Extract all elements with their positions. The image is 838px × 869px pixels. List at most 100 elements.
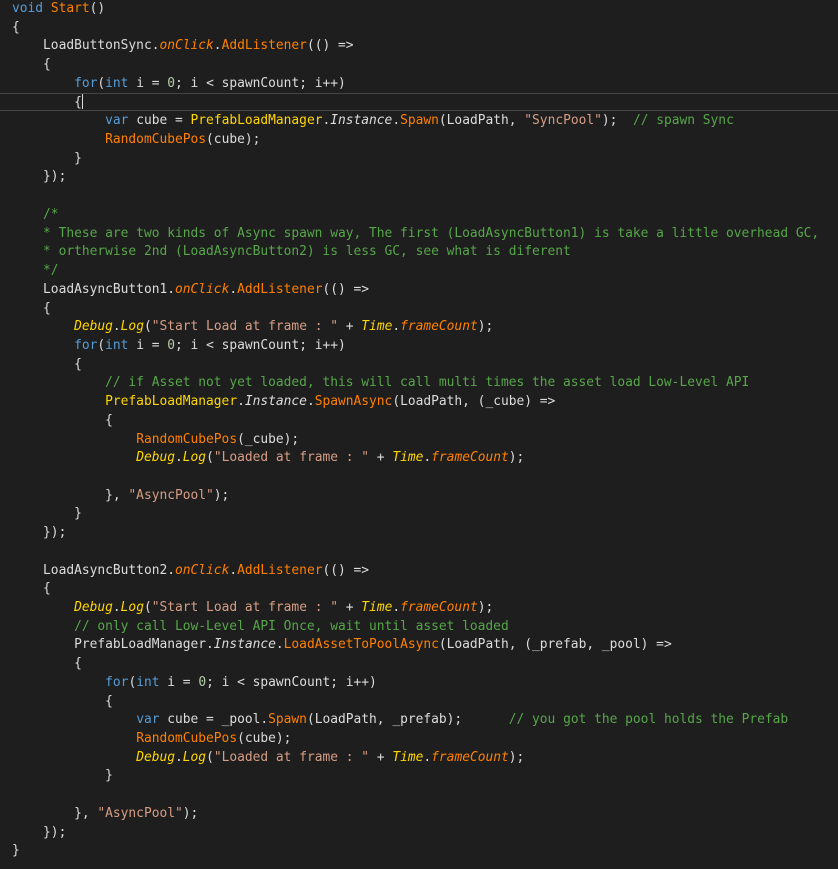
- code-text: },: [12, 805, 98, 821]
- property-token: frameCount: [400, 319, 478, 335]
- code-line[interactable]: */: [12, 262, 819, 281]
- code-line[interactable]: {: [12, 93, 819, 113]
- class-token: Log: [182, 450, 207, 466]
- code-line[interactable]: for(int i = 0; i < spawnCount; i++): [12, 337, 819, 356]
- code-line[interactable]: }: [12, 842, 819, 861]
- code-text: ; i < spawnCount; i++): [175, 337, 346, 353]
- code-line[interactable]: for(int i = 0; i < spawnCount; i++): [12, 674, 819, 693]
- code-text-area[interactable]: void Start(){ LoadButtonSync.onClick.Add…: [12, 0, 819, 861]
- code-line[interactable]: {: [12, 655, 819, 674]
- code-line[interactable]: LoadButtonSync.onClick.AddListener(() =>: [12, 37, 819, 56]
- code-line[interactable]: Debug.Log("Start Load at frame : " + Tim…: [12, 599, 819, 618]
- keyword-token: for: [74, 75, 98, 91]
- code-text: +: [369, 749, 393, 765]
- code-line[interactable]: LoadAsyncButton2.onClick.AddListener(() …: [12, 562, 819, 581]
- code-line[interactable]: [12, 543, 819, 562]
- code-text: .: [392, 600, 401, 615]
- code-line[interactable]: {: [12, 693, 819, 712]
- code-line[interactable]: RandomCubePos(cube);: [12, 131, 819, 150]
- code-text: {: [12, 94, 82, 110]
- code-text: {: [12, 693, 113, 709]
- keyword-token: int: [105, 75, 129, 91]
- comment-token: */: [43, 263, 59, 279]
- code-text: });: [12, 525, 67, 541]
- code-line[interactable]: PrefabLoadManager.Instance.SpawnAsync(Lo…: [12, 393, 819, 412]
- code-line[interactable]: RandomCubePos(_cube);: [12, 431, 819, 450]
- method-token: RandomCubePos: [105, 132, 207, 148]
- code-text: }: [12, 843, 20, 859]
- code-line[interactable]: Debug.Log("Start Load at frame : " + Tim…: [12, 318, 819, 337]
- code-line[interactable]: * ortherwise 2nd (LoadAsyncButton2) is l…: [12, 243, 819, 262]
- code-text: (: [143, 319, 152, 335]
- method-token: SpawnAsync: [314, 394, 393, 410]
- class-token: Debug: [136, 450, 175, 466]
- code-line[interactable]: // if Asset not yet loaded, this will ca…: [12, 374, 819, 393]
- code-text: .: [275, 637, 284, 653]
- code-text: {: [12, 581, 51, 597]
- code-line[interactable]: RandomCubePos(cube);: [12, 730, 819, 749]
- code-line[interactable]: PrefabLoadManager.Instance.LoadAssetToPo…: [12, 636, 819, 655]
- class-token: Debug: [136, 749, 175, 765]
- code-text: (() =>: [322, 562, 370, 578]
- code-line[interactable]: {: [12, 19, 819, 38]
- number-literal: 0: [167, 337, 176, 353]
- string-literal: "Loaded at frame : ": [213, 749, 370, 765]
- code-text: );: [508, 749, 525, 765]
- code-line[interactable]: // only call Low-Level API Once, wait un…: [12, 618, 819, 637]
- code-text: ; i < spawnCount; i++): [175, 75, 346, 91]
- code-line[interactable]: Debug.Log("Loaded at frame : " + Time.fr…: [12, 449, 819, 468]
- comment-token: // if Asset not yet loaded, this will ca…: [105, 375, 750, 391]
- code-text: );: [477, 319, 494, 335]
- code-line[interactable]: }, "AsyncPool");: [12, 487, 819, 506]
- identifier-token: LoadAsyncButton1: [43, 281, 168, 297]
- class-token: Log: [182, 749, 207, 765]
- string-literal: "Loaded at frame : ": [213, 450, 370, 466]
- code-line[interactable]: [12, 786, 819, 805]
- code-line[interactable]: var cube = _pool.Spawn(LoadPath, _prefab…: [12, 711, 819, 730]
- code-line[interactable]: }: [12, 150, 819, 169]
- class-token: PrefabLoadManager: [105, 394, 238, 410]
- code-line[interactable]: LoadAsyncButton1.onClick.AddListener(() …: [12, 281, 819, 300]
- code-line[interactable]: [12, 468, 819, 487]
- code-line[interactable]: });: [12, 168, 819, 187]
- method-token: AddListener: [221, 38, 307, 54]
- code-text: {: [12, 19, 20, 35]
- code-line[interactable]: void Start(): [12, 0, 819, 19]
- code-line[interactable]: }: [12, 767, 819, 786]
- code-text: .: [229, 281, 238, 297]
- code-line[interactable]: {: [12, 56, 819, 75]
- property-token: frameCount: [431, 450, 509, 466]
- code-text: (cube);: [237, 731, 292, 747]
- string-literal: "SyncPool": [524, 113, 602, 129]
- number-literal: 0: [198, 674, 207, 690]
- code-text: .: [213, 38, 222, 54]
- code-line[interactable]: });: [12, 524, 819, 543]
- code-line[interactable]: for(int i = 0; i < spawnCount; i++): [12, 75, 819, 94]
- string-literal: "Start Load at frame : ": [151, 600, 338, 615]
- code-line[interactable]: {: [12, 356, 819, 375]
- code-line[interactable]: {: [12, 300, 819, 319]
- code-text: });: [12, 824, 67, 840]
- code-line[interactable]: }, "AsyncPool");: [12, 805, 819, 824]
- code-line[interactable]: * These are two kinds of Async spawn way…: [12, 225, 819, 244]
- code-line[interactable]: var cube = PrefabLoadManager.Instance.Sp…: [12, 112, 819, 131]
- code-line[interactable]: }: [12, 505, 819, 524]
- code-line[interactable]: [12, 187, 819, 206]
- class-token: Time: [361, 319, 393, 335]
- code-line[interactable]: /*: [12, 206, 819, 225]
- code-text: (: [206, 450, 214, 466]
- code-text: (cube);: [206, 132, 261, 148]
- code-line[interactable]: {: [12, 580, 819, 599]
- code-line[interactable]: });: [12, 824, 819, 843]
- code-line[interactable]: Debug.Log("Loaded at frame : " + Time.fr…: [12, 749, 819, 768]
- code-editor[interactable]: void Start(){ LoadButtonSync.onClick.Add…: [0, 0, 838, 869]
- code-line[interactable]: {: [12, 412, 819, 431]
